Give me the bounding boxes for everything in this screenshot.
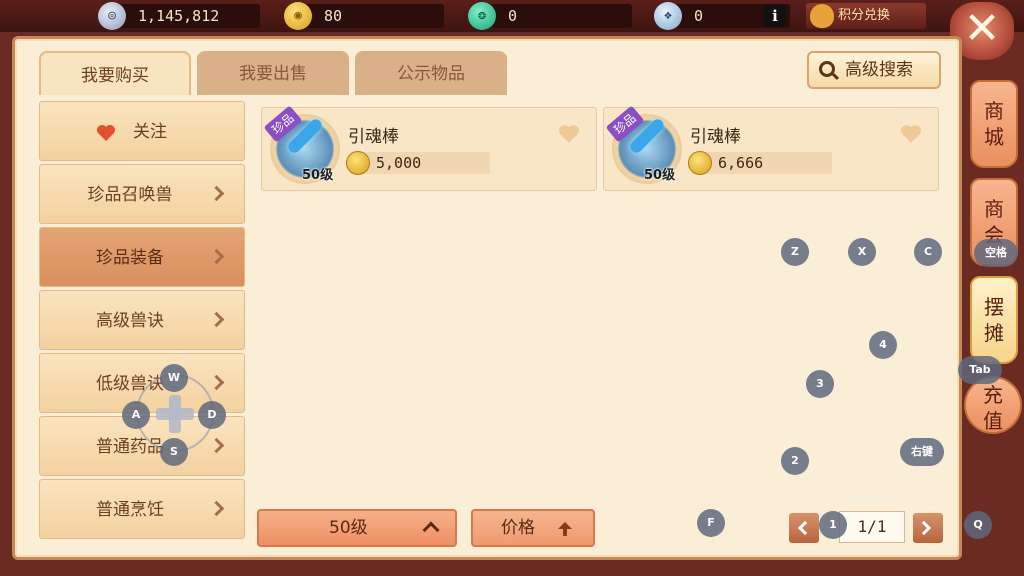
page-indicator[interactable]: 1/1 [839,511,905,543]
ticket-icon: ❖ [654,2,682,30]
arrow-up-icon [558,522,572,536]
sidebar-item-advanced-skills[interactable]: 高级兽诀 [39,290,245,350]
side-tab-stall[interactable]: 摆摊 [970,276,1018,364]
key-hint-tab[interactable]: Tab [958,356,1002,384]
silver-amount: 1,145,812 [138,7,220,25]
level-filter-button[interactable]: 50级 [257,509,457,547]
ticket-amount: 0 [694,7,704,25]
sidebar-item-label: 普通烹饪 [96,500,164,520]
item-name: 引魂棒 [690,127,741,147]
gold-coin-icon: ◉ [284,2,312,30]
favorite-heart-icon[interactable] [900,124,922,144]
sidebar-item-cooking[interactable]: 普通烹饪 [39,479,245,539]
sidebar-item-favorites[interactable]: 关注 [39,101,245,161]
jade-counter: ❂ 0 [468,2,632,30]
side-tab-char: 充 [983,383,1003,407]
tab-sell[interactable]: 我要出售 [197,51,349,95]
key-hint-z[interactable]: Z [781,238,809,266]
key-hint-q[interactable]: Q [964,511,992,539]
search-icon [819,61,835,77]
points-exchange-label: 积分兑换 [838,8,891,23]
key-hint-a[interactable]: A [122,401,150,429]
key-hint-c[interactable]: C [914,238,942,266]
side-tab-mall[interactable]: 商城 [970,80,1018,168]
jade-amount: 0 [508,7,518,25]
side-tab-char: 摆 [984,295,1004,319]
next-page-button[interactable] [913,513,943,543]
chevron-up-icon [422,521,440,539]
goods-card[interactable]: 珍品 50级 引魂棒 5,000 [261,105,597,191]
points-exchange-button[interactable]: 积分兑换 [806,3,926,29]
side-tab-char: 商 [984,99,1004,123]
key-hint-w[interactable]: W [160,364,188,392]
item-price: 5,000 [346,151,490,175]
item-price: 6,666 [688,151,832,175]
advanced-search-label: 高级搜索 [845,60,913,80]
jade-icon: ❂ [468,2,496,30]
side-tab-char: 值 [983,409,1003,433]
key-hint-2[interactable]: 2 [781,447,809,475]
silver-counter: ◎ 1,145,812 [98,2,260,30]
sidebar-item-label: 珍品召唤兽 [87,185,173,205]
money-bag-icon [810,4,834,28]
side-tab-recharge[interactable]: 充值 [964,376,1022,434]
side-tab-char: 商 [984,197,1004,221]
gold-coin-icon [346,151,370,175]
sidebar-item-label: 关注 [133,122,167,142]
chevron-right-icon [916,520,932,536]
dpad-vertical [169,395,181,433]
gold-amount: 80 [324,7,343,25]
favorite-heart-icon[interactable] [558,124,580,144]
price-sort-label: 价格 [501,518,535,538]
gold-counter: ◉ 80 [284,2,444,30]
key-hint-4[interactable]: 4 [869,331,897,359]
currency-bar: ◎ 1,145,812 ◉ 80 ❂ 0 ❖ 0 i 积分兑换 [0,0,1024,32]
price-value: 5,000 [376,154,422,172]
key-hint-1[interactable]: 1 [819,511,847,539]
sidebar-item-rare-equipment[interactable]: 珍品装备 [39,227,245,287]
gold-coin-icon [688,151,712,175]
side-tab-char: 摊 [984,321,1004,345]
tab-buy[interactable]: 我要购买 [39,51,191,95]
silver-coin-icon: ◎ [98,2,126,30]
sidebar-item-label: 珍品装备 [96,248,164,268]
sidebar-item-rare-pets[interactable]: 珍品召唤兽 [39,164,245,224]
tab-public-items[interactable]: 公示物品 [355,51,507,95]
trade-panel: 我要购买 我要出售 公示物品 高级搜索 关注 珍品召唤兽 珍品装备 高级兽诀 低… [12,36,962,560]
prev-page-button[interactable] [789,513,819,543]
key-hint-space[interactable]: 空格 [974,239,1018,267]
price-sort-button[interactable]: 价格 [471,509,595,547]
goods-card[interactable]: 珍品 50级 引魂棒 6,666 [603,105,939,191]
key-hint-right-click[interactable]: 右键 [900,438,944,466]
key-hint-d[interactable]: D [198,401,226,429]
key-hint-f[interactable]: F [697,509,725,537]
key-hint-x[interactable]: X [848,238,876,266]
item-level: 50级 [644,168,676,183]
key-hint-s[interactable]: S [160,438,188,466]
level-filter-label: 50级 [329,518,368,538]
price-value: 6,666 [718,154,764,172]
chevron-left-icon [797,520,813,536]
sidebar-item-label: 高级兽诀 [96,311,164,331]
item-name: 引魂棒 [348,127,399,147]
item-level: 50级 [302,168,334,183]
advanced-search-button[interactable]: 高级搜索 [807,51,941,89]
info-icon[interactable]: i [764,5,786,27]
side-tab-char: 城 [984,125,1004,149]
key-hint-3[interactable]: 3 [806,370,834,398]
